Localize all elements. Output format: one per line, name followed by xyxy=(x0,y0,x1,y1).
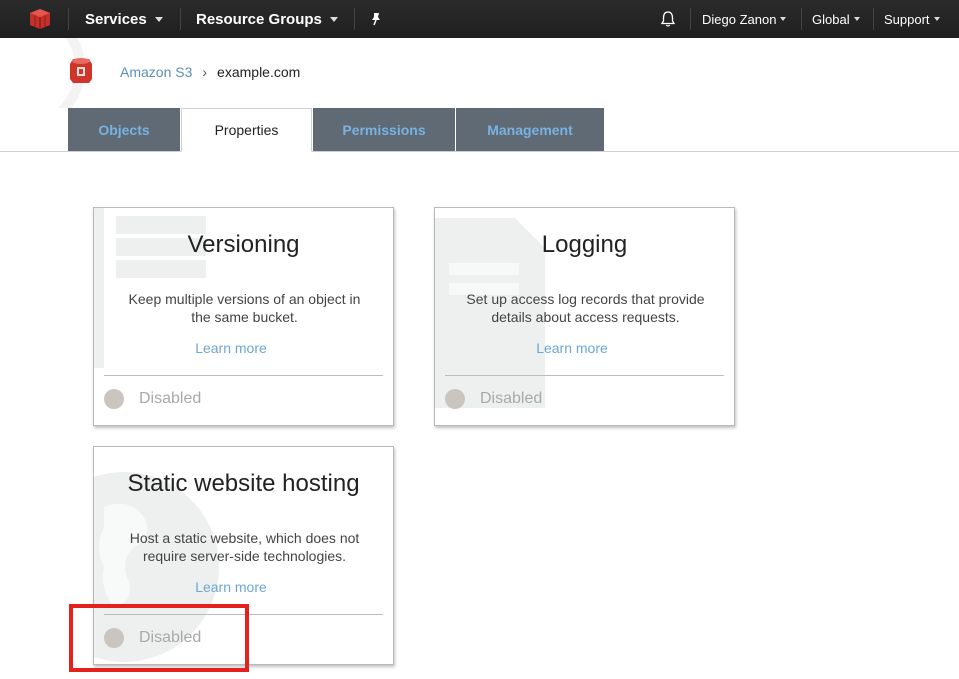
top-navigation-bar: Services Resource Groups Diego Zanon Glo… xyxy=(0,0,959,38)
user-name: Diego Zanon xyxy=(702,11,777,27)
tab-management-label: Management xyxy=(487,121,573,138)
services-label: Services xyxy=(85,10,147,28)
card-description: Keep multiple versions of an object in t… xyxy=(128,291,361,325)
learn-more-link[interactable]: Learn more xyxy=(435,340,709,356)
card-description: Set up access log records that provide d… xyxy=(466,291,705,325)
status-text: Disabled xyxy=(480,390,543,407)
breadcrumb: Amazon S3 › example.com xyxy=(66,56,300,88)
learn-more-link[interactable]: Learn more xyxy=(94,340,368,356)
breadcrumb-amazon-s3-link[interactable]: Amazon S3 xyxy=(120,64,192,80)
status-indicator: Disabled xyxy=(445,389,542,409)
tab-management[interactable]: Management xyxy=(456,108,604,151)
logging-card[interactable]: Logging Set up access log records that p… xyxy=(434,207,735,426)
support-label: Support xyxy=(884,11,930,27)
pin-icon[interactable] xyxy=(369,0,383,38)
breadcrumb-bucket-name: example.com xyxy=(217,64,301,80)
region-menu[interactable]: Global xyxy=(812,0,860,38)
user-menu[interactable]: Diego Zanon xyxy=(702,0,787,38)
resource-groups-menu[interactable]: Resource Groups xyxy=(196,0,338,38)
learn-more-link[interactable]: Learn more xyxy=(94,579,368,595)
chevron-down-icon xyxy=(933,17,940,21)
divider xyxy=(445,375,724,376)
support-menu[interactable]: Support xyxy=(884,0,940,38)
aws-logo-icon[interactable] xyxy=(28,0,52,38)
tab-objects[interactable]: Objects xyxy=(68,108,180,151)
services-menu[interactable]: Services xyxy=(85,0,163,38)
region-label: Global xyxy=(812,11,850,27)
status-indicator: Disabled xyxy=(104,389,201,409)
tab-permissions-label: Permissions xyxy=(342,121,426,138)
chevron-right-icon: › xyxy=(202,64,208,80)
highlight-annotation-box xyxy=(69,604,249,672)
bell-icon[interactable] xyxy=(659,0,677,38)
card-title: Static website hosting xyxy=(127,470,360,497)
bucket-tabs: Objects Properties Permissions Managemen… xyxy=(0,108,959,152)
tab-permissions[interactable]: Permissions xyxy=(313,108,455,151)
card-title: Logging xyxy=(541,231,628,258)
chevron-down-icon xyxy=(329,16,338,22)
status-dot-icon xyxy=(104,389,124,409)
card-title: Versioning xyxy=(187,231,300,258)
chevron-down-icon xyxy=(853,17,860,21)
status-text: Disabled xyxy=(139,390,202,407)
tab-properties[interactable]: Properties xyxy=(181,108,312,152)
status-dot-icon xyxy=(445,389,465,409)
chevron-down-icon xyxy=(154,16,163,22)
chevron-down-icon xyxy=(780,17,787,21)
tab-properties-label: Properties xyxy=(214,122,279,138)
s3-bucket-icon xyxy=(66,55,96,90)
resource-groups-label: Resource Groups xyxy=(196,10,322,28)
card-description: Host a static website, which does not re… xyxy=(129,530,360,564)
versioning-card[interactable]: Versioning Keep multiple versions of an … xyxy=(93,207,394,426)
divider xyxy=(104,375,383,376)
tab-objects-label: Objects xyxy=(98,121,150,138)
